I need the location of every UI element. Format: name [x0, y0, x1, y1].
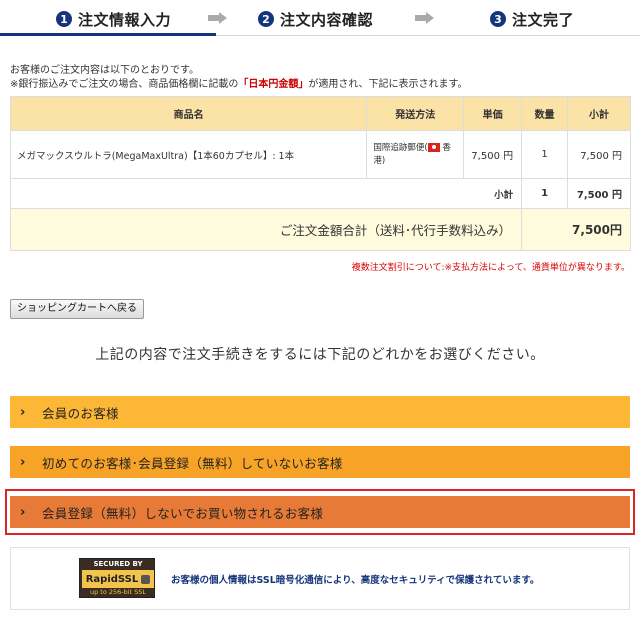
badge-bit-info: up to 256-bit SSL [89, 588, 147, 596]
option-label: 会員のお客様 [42, 405, 119, 421]
product-name: メガマックスウルトラ(MegaMaxUltra)【1本60カプセル】: 1本 [9, 130, 368, 179]
unit-price: 7,500 円 [463, 130, 523, 179]
step-order-complete: 3 注文完了 [490, 8, 574, 30]
currency-note: 複数注文割引について:※支払方法によって、通貨単位が異なります。 [351, 263, 630, 273]
option-new-customer[interactable]: › 初めてのお客様･会員登録（無料）していないお客様 [10, 446, 630, 478]
chevron-right-icon: › [20, 454, 26, 470]
checkout-steps: 1 注文情報入力 2 注文内容確認 3 注文完了 [0, 0, 640, 38]
subtotal-quantity: 1 [521, 178, 569, 209]
back-to-cart-button[interactable]: ショッピングカートへ戻る [10, 299, 144, 319]
active-step-indicator [0, 33, 216, 36]
badge-brand-text: RapidSSL [85, 573, 139, 585]
lock-icon [141, 574, 151, 584]
shipping-prefix: 国際追跡郵便( [373, 142, 428, 153]
arrow-right-icon [208, 12, 228, 24]
step-number-2: 2 [258, 11, 274, 27]
arrow-right-icon [415, 12, 435, 24]
ssl-description: お客様の個人情報はSSL暗号化通信により、高度なセキュリティで保護されています。 [171, 575, 540, 586]
yen-amount-highlight: 「日本円金額」 [238, 79, 309, 90]
step-label-order-complete: 注文完了 [512, 10, 575, 29]
line-subtotal: 7,500 円 [567, 130, 631, 179]
total-value: 7,500円 [521, 208, 631, 251]
step-order-info: 1 注文情報入力 [56, 8, 171, 30]
header-subtotal: 小計 [567, 96, 631, 131]
option-label: 会員登録（無料）しないでお買い物されるお客様 [42, 505, 324, 521]
step-label-order-confirm: 注文内容確認 [280, 10, 374, 29]
step-order-confirm: 2 注文内容確認 [258, 8, 373, 30]
step-number-3: 3 [490, 11, 506, 27]
rapidssl-badge: SECURED BY RapidSSL up to 256-bit SSL [79, 558, 155, 598]
total-label: ご注文金額合計（送料･代行手数料込み） [9, 208, 523, 251]
intro-line-1: お客様のご注文内容は以下のとおりです。 [10, 65, 199, 76]
choose-instruction: 上記の内容で注文手続きをするには下記のどれかをお選びください。 [95, 347, 545, 363]
header-shipping: 発送方法 [366, 96, 465, 131]
option-guest-customer[interactable]: › 会員登録（無料）しないでお買い物されるお客様 [10, 496, 630, 528]
order-intro: お客様のご注文内容は以下のとおりです。 ※銀行振込みでご注文の場合、商品価格欄に… [10, 64, 468, 92]
step-label-order-info: 注文情報入力 [78, 10, 172, 29]
subtotal-value: 7,500 円 [567, 178, 631, 209]
intro-line-2: ※銀行振込みでご注文の場合、商品価格欄に記載の「日本円金額」が適用され、下記に表… [10, 78, 468, 92]
order-table: 商品名 発送方法 単価 数量 小計 メガマックスウルトラ(MegaMaxUltr… [9, 96, 631, 251]
step-number-1: 1 [56, 11, 72, 27]
subtotal-row: 小計 1 7,500 円 [9, 178, 631, 209]
badge-secured-by: SECURED BY [93, 560, 143, 568]
table-header-row: 商品名 発送方法 単価 数量 小計 [9, 96, 631, 131]
option-member-customer[interactable]: › 会員のお客様 [10, 396, 630, 428]
quantity: 1 [521, 130, 569, 179]
option-label: 初めてのお客様･会員登録（無料）していないお客様 [42, 455, 343, 471]
intro-line-2-prefix: ※銀行振込みでご注文の場合、商品価格欄に記載の [10, 79, 239, 90]
header-product-name: 商品名 [9, 96, 368, 131]
shipping-method: 国際追跡郵便( 香港) [366, 130, 465, 179]
subtotal-label: 小計 [9, 178, 523, 209]
hong-kong-flag-icon [427, 142, 440, 152]
table-row: メガマックスウルトラ(MegaMaxUltra)【1本60カプセル】: 1本 国… [9, 130, 631, 179]
chevron-right-icon: › [20, 504, 26, 520]
header-quantity: 数量 [521, 96, 569, 131]
badge-brand: RapidSSL [82, 570, 154, 588]
total-row: ご注文金額合計（送料･代行手数料込み） 7,500円 [9, 208, 631, 251]
chevron-right-icon: › [20, 404, 26, 420]
header-unit-price: 単価 [463, 96, 523, 131]
ssl-security-box: SECURED BY RapidSSL up to 256-bit SSL お客… [10, 547, 630, 610]
intro-line-2-suffix: が適用され、下記に表示されます。 [308, 79, 468, 90]
